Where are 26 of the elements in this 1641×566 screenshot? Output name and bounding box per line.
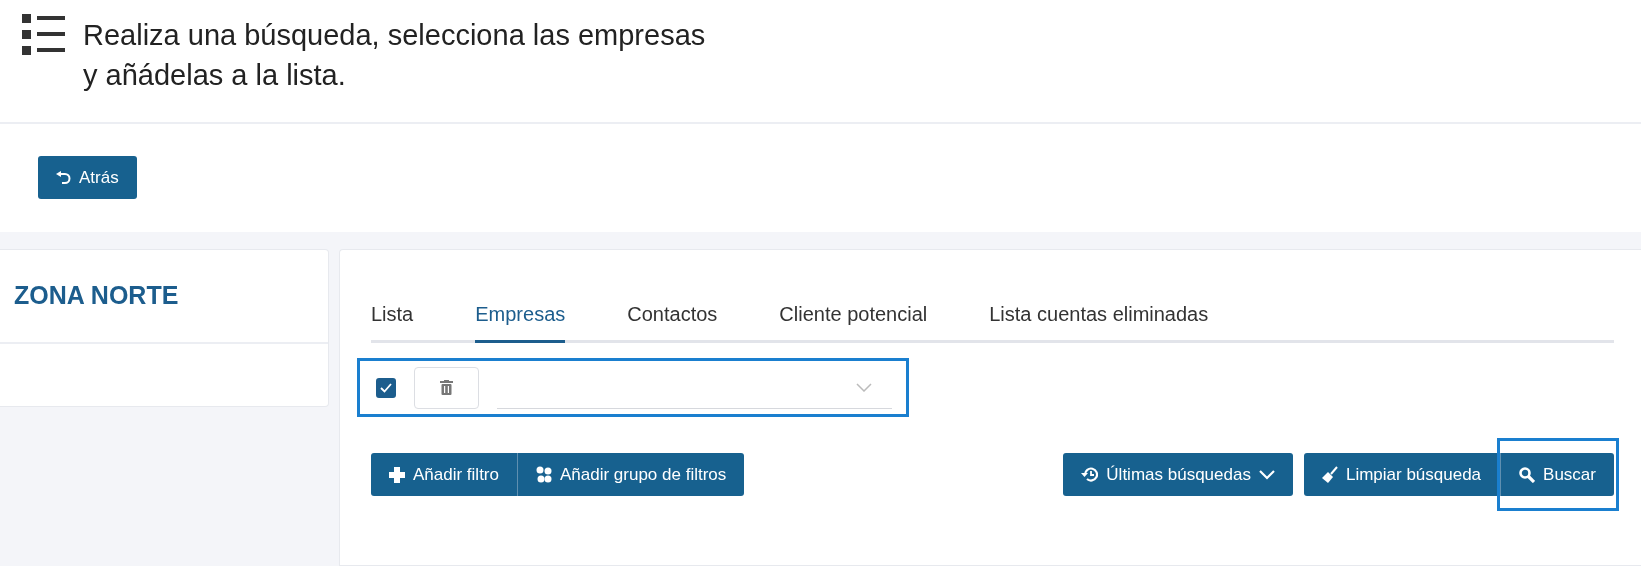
page-title: Realiza una búsqueda, selecciona las empresas y añádelas a la lista. <box>83 18 706 93</box>
checkbox[interactable] <box>376 377 396 398</box>
add-filter-button[interactable]: Añadir filtro <box>371 453 518 496</box>
tab[interactable]: Empresas <box>475 287 566 343</box>
filters-icon <box>536 466 552 483</box>
trash-icon <box>440 380 453 395</box>
tab[interactable]: Lista cuentas eliminadas <box>989 287 1209 343</box>
tab[interactable]: Cliente potencial <box>779 287 928 343</box>
tab[interactable]: Contactos <box>627 287 718 343</box>
back-button[interactable]: Atrás <box>38 156 137 199</box>
search-button[interactable]: Buscar <box>1500 453 1614 496</box>
history-button[interactable]: Últimas búsquedas <box>1063 453 1293 496</box>
history-icon <box>1081 467 1099 482</box>
add-group-button[interactable]: Añadir grupo de filtros <box>518 453 745 496</box>
sidebar-title: ZONA NORTE <box>0 250 328 344</box>
chevron-icon <box>856 382 872 392</box>
clear-button[interactable]: Limpiar búsqueda <box>1303 453 1500 496</box>
delete-button[interactable] <box>414 366 479 409</box>
chevron-down-icon <box>1258 469 1275 480</box>
search-icon <box>1519 466 1536 483</box>
broom-icon <box>1321 466 1338 483</box>
undo-icon <box>56 171 71 184</box>
plus-icon <box>389 466 405 483</box>
tab[interactable]: Lista <box>371 287 414 343</box>
list-icon <box>22 14 65 55</box>
check-icon <box>380 382 392 393</box>
